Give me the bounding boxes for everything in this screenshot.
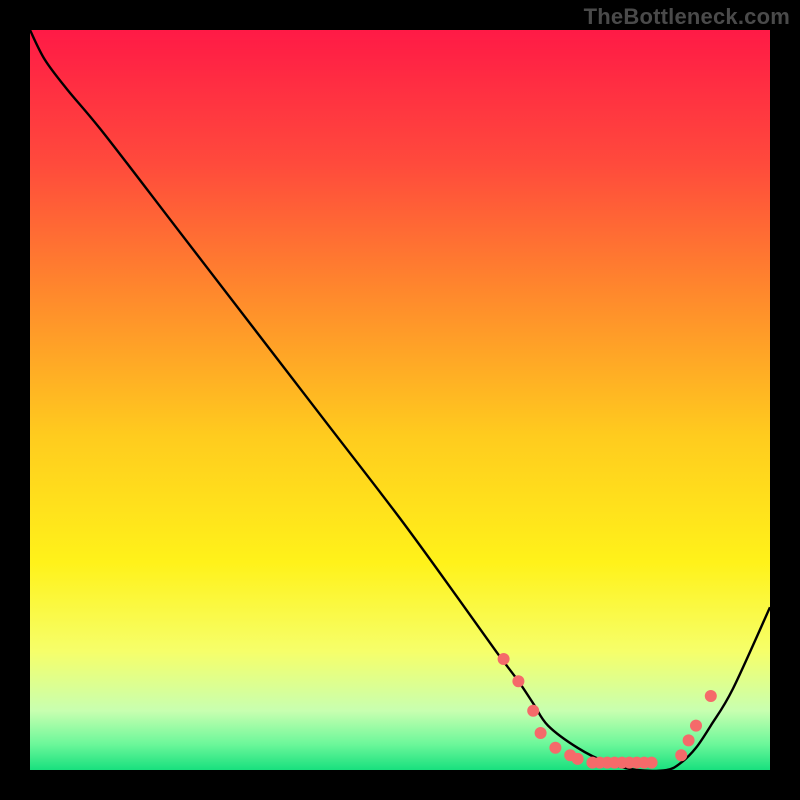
plot-area [30, 30, 770, 770]
highlight-dot [705, 690, 717, 702]
watermark-text: TheBottleneck.com [584, 4, 790, 30]
highlight-dot [675, 749, 687, 761]
gradient-background [30, 30, 770, 770]
highlight-dot [527, 705, 539, 717]
highlight-dot [512, 675, 524, 687]
chart-svg [30, 30, 770, 770]
highlight-dot [535, 727, 547, 739]
highlight-dot [498, 653, 510, 665]
highlight-dot [683, 734, 695, 746]
highlight-dot [646, 757, 658, 769]
highlight-dot [549, 742, 561, 754]
highlight-dot [690, 720, 702, 732]
highlight-dot [572, 753, 584, 765]
chart-stage: TheBottleneck.com [0, 0, 800, 800]
